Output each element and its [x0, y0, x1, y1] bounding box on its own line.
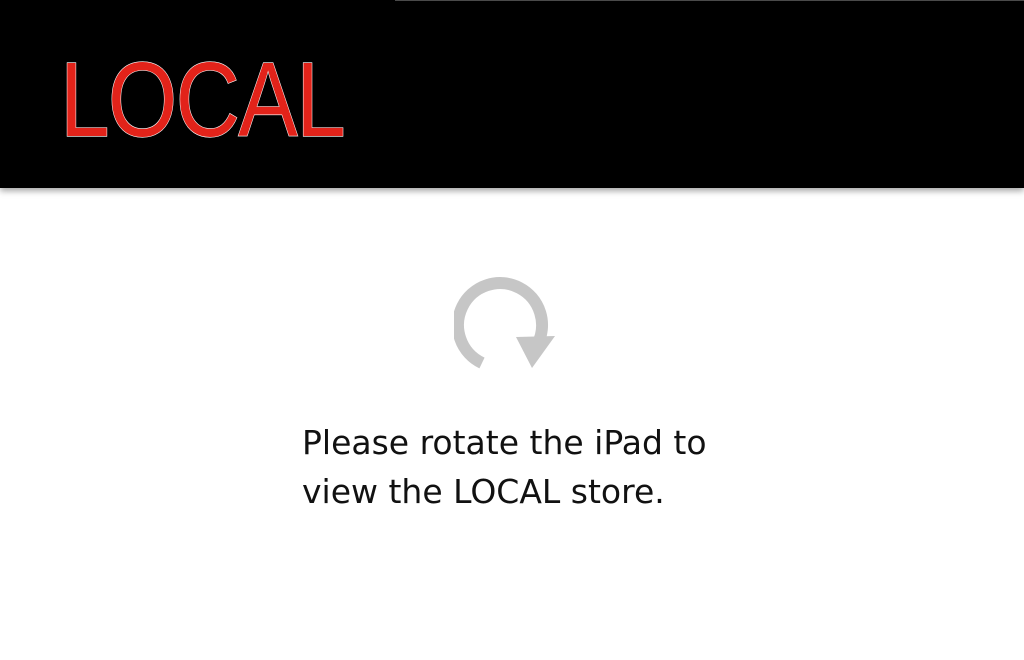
message-line-1: Please rotate the iPad to: [302, 423, 707, 462]
rotate-arrow-svg: [452, 277, 555, 369]
app-root: LOCAL Please rotate the iPad to view the…: [0, 0, 1024, 660]
message-line-2: view the LOCAL store.: [302, 472, 665, 511]
header-divider: [395, 0, 1024, 1]
rotate-device-icon: [452, 276, 564, 372]
rotate-arrowhead: [516, 336, 555, 368]
logo-svg: LOCAL: [59, 40, 346, 159]
rotate-message: Please rotate the iPad to view the LOCAL…: [302, 418, 762, 516]
top-header: LOCAL: [0, 0, 1024, 188]
logo-wordmark: LOCAL: [60, 41, 344, 159]
local-logo: LOCAL: [59, 34, 350, 159]
